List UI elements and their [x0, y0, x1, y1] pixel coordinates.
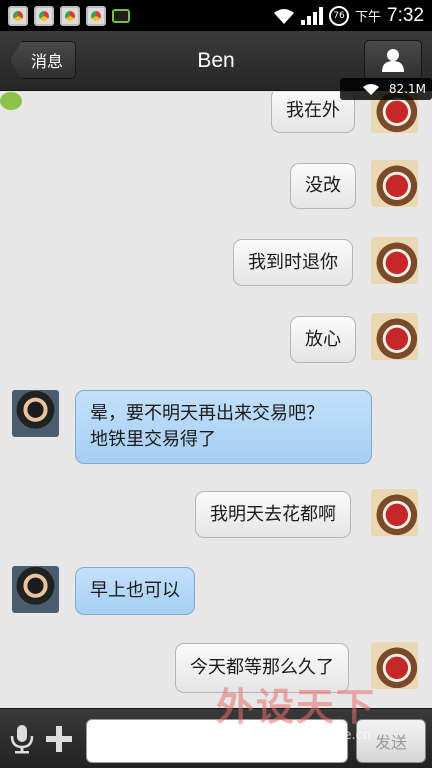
my-avatar[interactable]	[371, 313, 418, 360]
status-bar: 76 下午 7:32	[0, 0, 432, 110]
signal-icon	[301, 6, 323, 25]
my-avatar[interactable]	[371, 489, 418, 536]
time-ampm: 下午	[355, 10, 382, 25]
message-list[interactable]: 我在外 没改 我到时退你 放心 晕，要不明天再出来交易吧？ 地铁里交易得了 我明…	[0, 92, 432, 708]
incoming-message[interactable]: 早上也可以	[75, 567, 195, 615]
message-input-bar: 发送	[0, 708, 432, 768]
microphone-icon	[10, 725, 34, 754]
app-icon	[86, 5, 106, 26]
wifi-icon	[362, 83, 379, 95]
profile-button[interactable]	[364, 40, 422, 80]
outgoing-message[interactable]: 放心	[290, 316, 356, 363]
clock: 7:32	[387, 4, 424, 26]
send-button[interactable]: 发送	[356, 719, 426, 763]
incoming-message[interactable]: 晕，要不明天再出来交易吧？ 地铁里交易得了	[75, 390, 372, 464]
back-button[interactable]: 消息	[10, 41, 76, 79]
contact-avatar[interactable]	[12, 390, 59, 437]
message-text: 今天都等那么久了	[190, 657, 334, 678]
message-input[interactable]	[86, 719, 348, 763]
my-avatar[interactable]	[371, 642, 418, 689]
outgoing-message[interactable]: 我到时退你	[233, 239, 353, 286]
person-icon	[382, 49, 404, 72]
message-line: 地铁里交易得了	[90, 429, 216, 450]
my-avatar[interactable]	[371, 237, 418, 284]
message-line: 晕，要不明天再出来交易吧？	[90, 403, 324, 424]
more-button[interactable]	[44, 724, 74, 754]
wifi-icon	[274, 8, 294, 24]
app-icon	[34, 5, 54, 26]
message-text: 我在外	[286, 99, 340, 121]
network-speed-badge: 82.1M	[340, 78, 432, 100]
plus-icon	[46, 726, 72, 752]
battery-icon	[112, 8, 130, 23]
my-avatar[interactable]	[371, 160, 418, 207]
app-icon	[60, 5, 80, 26]
message-text: 我到时退你	[248, 251, 338, 273]
message-text: 没改	[305, 175, 341, 196]
message-text: 早上也可以	[90, 580, 180, 601]
network-speed: 82.1M	[388, 82, 426, 96]
notification-icons	[0, 5, 130, 110]
app-icon	[8, 5, 28, 26]
message-text: 放心	[305, 328, 341, 350]
battery-percent: 76	[329, 5, 349, 26]
outgoing-message[interactable]: 我明天去花都啊	[195, 491, 351, 538]
voice-button[interactable]	[8, 724, 36, 754]
outgoing-message[interactable]: 没改	[290, 163, 356, 209]
message-text: 我明天去花都啊	[210, 503, 336, 525]
contact-avatar[interactable]	[12, 566, 59, 613]
outgoing-message[interactable]: 今天都等那么久了	[175, 643, 349, 693]
